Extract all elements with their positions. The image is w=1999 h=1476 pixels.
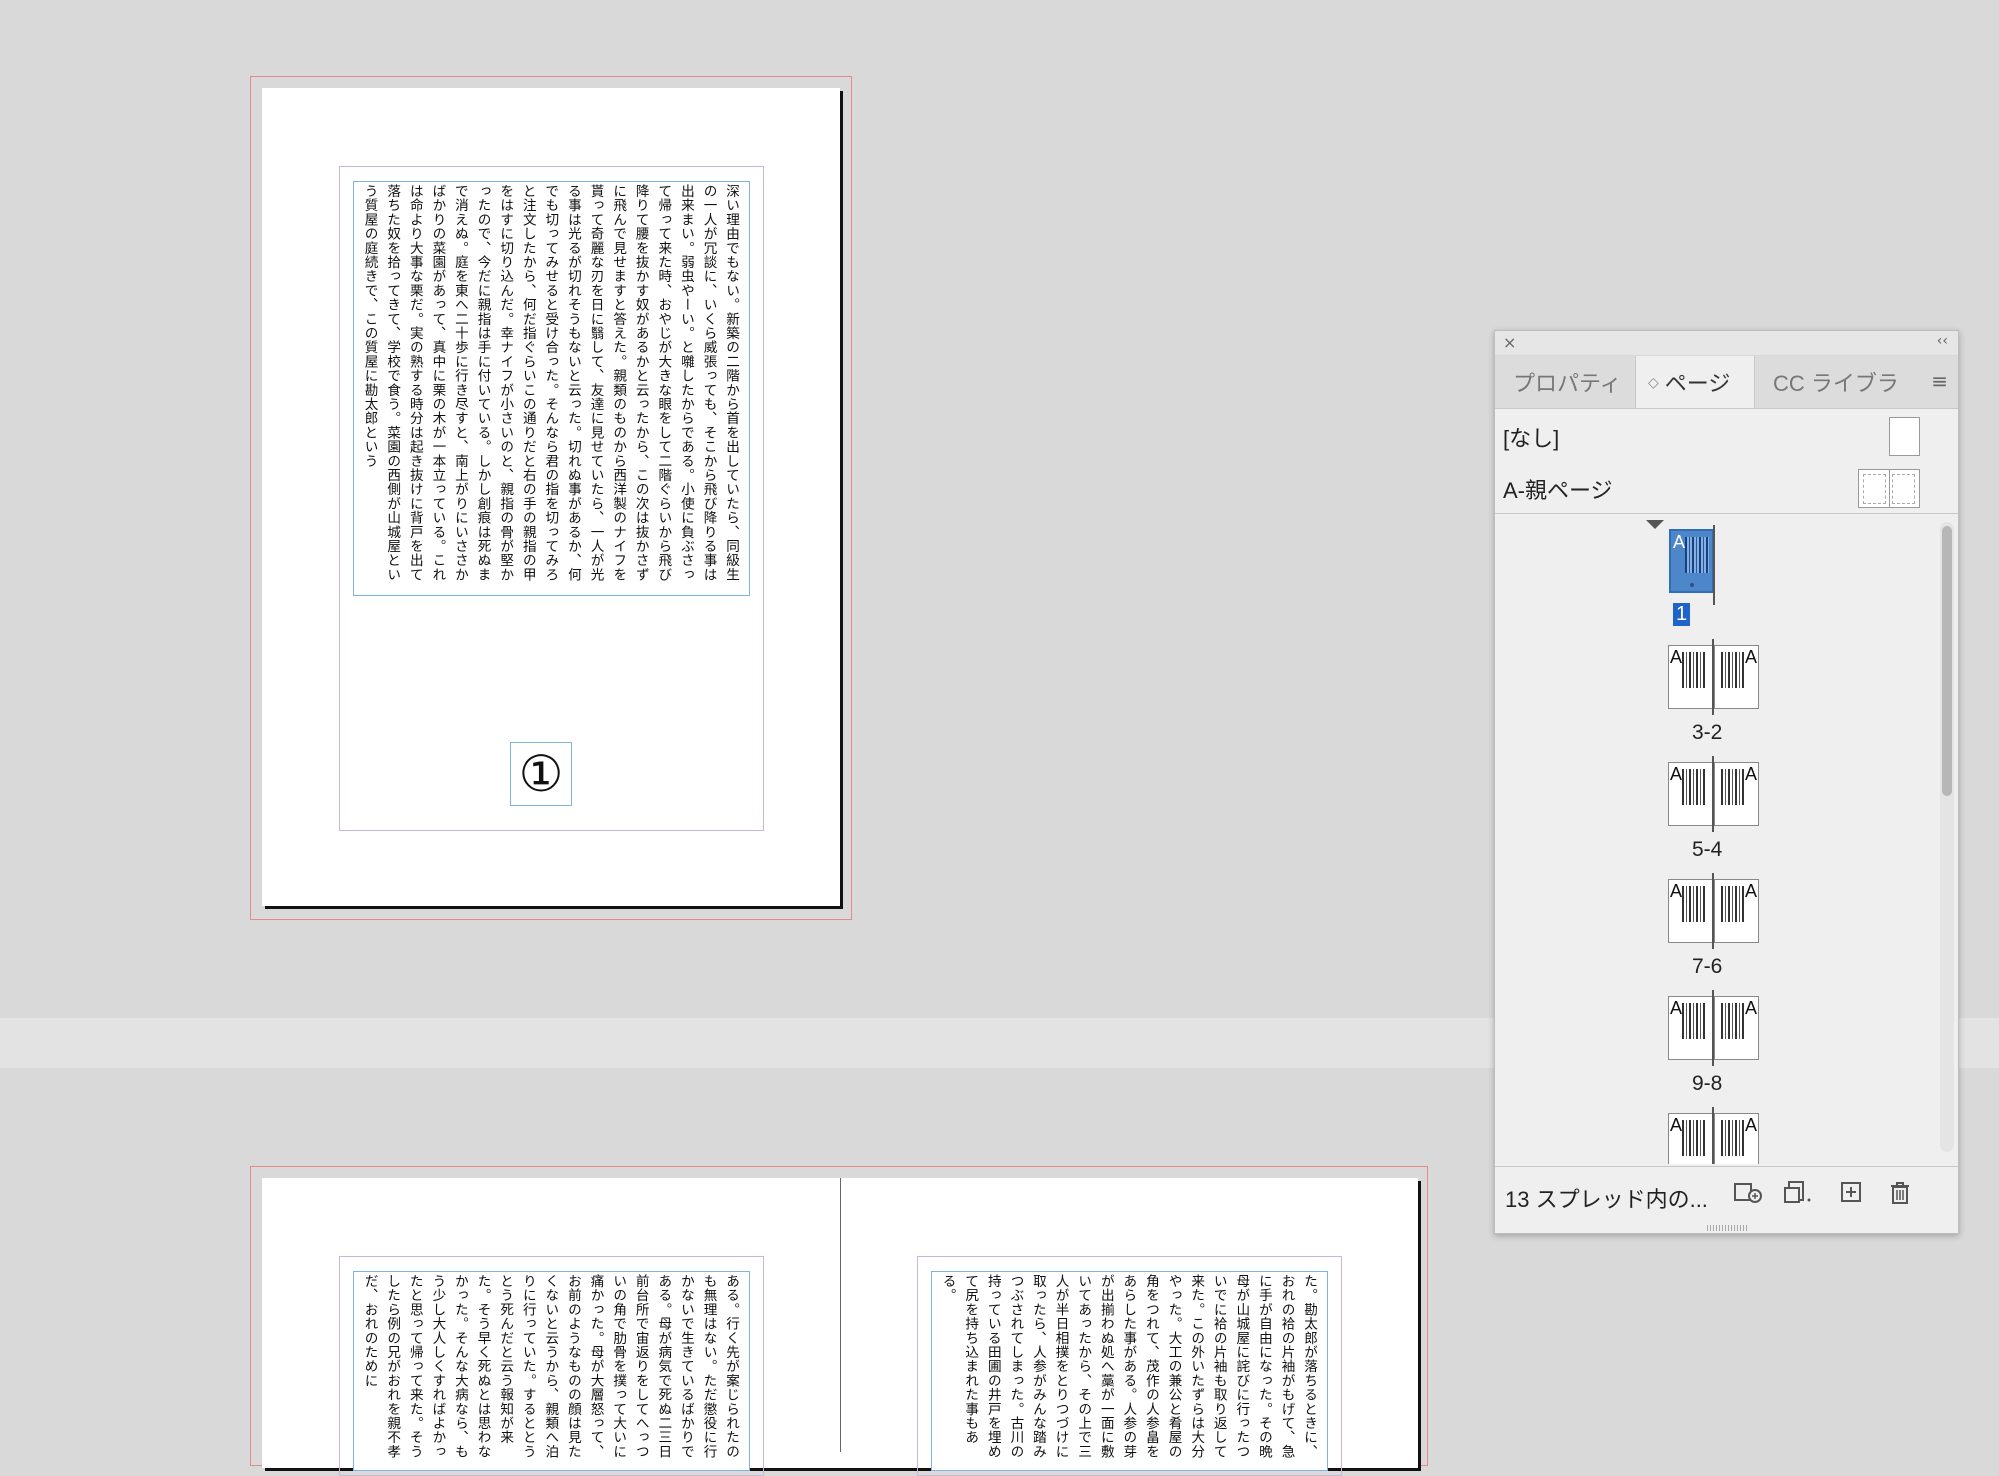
parent-page-none[interactable]: [なし]: [1495, 409, 1958, 461]
page-number-folio: ①: [518, 745, 564, 803]
tab-reorder-icon: ◇: [1648, 373, 1659, 390]
thumbnail-text-preview: [1721, 652, 1745, 688]
page1-folio-frame[interactable]: ①: [510, 742, 572, 806]
page1-body-text: 親譲りの無鉄砲で小供の時から損ばかりしている。小学校に居る時分学校の二階から飛び…: [361, 184, 749, 582]
thumbnail-text-preview: [1682, 1003, 1706, 1039]
spine-line: [1712, 639, 1714, 715]
thumbnail-text-preview: [1682, 769, 1706, 805]
spine-line: [1712, 873, 1714, 949]
spread-page-left[interactable]: ら水が湧き出て、そこいらの稲にみずがかかる仕掛であった。その時分はどんな仕掛か知…: [262, 1178, 840, 1476]
page-size-icon[interactable]: [1733, 1180, 1765, 1213]
pages-panel[interactable]: × ‹‹ プロパティ ◇ ページ CC ライブラ ≡ [なし] A-親ページ A: [1494, 330, 1959, 1234]
page-thumbnail-3[interactable]: A: [1668, 645, 1713, 709]
panel-titlebar[interactable]: × ‹‹: [1495, 331, 1958, 356]
page-thumbnail-5[interactable]: A: [1668, 762, 1713, 826]
panel-footer: 13 スプレッド内の...: [1495, 1166, 1958, 1233]
spread-thumb-7-6[interactable]: A A: [1495, 873, 1895, 949]
thumbnail-text-preview: [1682, 1120, 1706, 1156]
spine-line: [1712, 756, 1714, 832]
thumbnail-text-preview: [1682, 652, 1706, 688]
parent-a-thumbnail[interactable]: [1858, 469, 1920, 508]
thumbnail-text-preview: [1721, 1120, 1745, 1156]
tab-properties[interactable]: プロパティ: [1495, 356, 1635, 408]
parent-page-none-label: [なし]: [1503, 426, 1560, 451]
thumbnail-text-preview: [1721, 886, 1745, 922]
close-icon[interactable]: ×: [1503, 333, 1516, 352]
spread-left-body-text: ら水が湧き出て、そこいらの稲にみずがかかる仕掛であった。その時分はどんな仕掛か知…: [361, 1274, 749, 1459]
page1-text-frame[interactable]: 親譲りの無鉄砲で小供の時から損ばかりしている。小学校に居る時分学校の二階から飛び…: [353, 181, 750, 596]
thumbnail-text-preview: [1721, 1003, 1745, 1039]
panel-resize-grip[interactable]: [1706, 1225, 1747, 1231]
pages-scrollbar-thumb[interactable]: [1942, 526, 1952, 796]
page-thumbnail-10[interactable]: A: [1714, 1113, 1759, 1164]
spread-thumb-5-4[interactable]: A A: [1495, 756, 1895, 832]
trash-icon[interactable]: [1888, 1180, 1912, 1213]
page-label-7-6: 7-6: [1692, 955, 1723, 978]
panel-menu-icon[interactable]: ≡: [1931, 369, 1948, 393]
spread-thumb-next[interactable]: A A: [1495, 1107, 1895, 1164]
start-page-indicator-icon: [1646, 520, 1664, 529]
parent-page-a-label: A-親ページ: [1503, 478, 1613, 503]
spread-right-text-frame[interactable]: う十三四の倅が居た。勘太郎は無論弱虫である。弱虫の癖に四つ目垣を乗りこえて、栗を…: [931, 1271, 1328, 1471]
pages-scrollbar[interactable]: [1940, 522, 1954, 1152]
master-a-marker: A: [1744, 647, 1757, 667]
master-a-marker: A: [1670, 998, 1683, 1018]
page-thumbnail-9[interactable]: A: [1668, 996, 1713, 1060]
page-thumbnail-11[interactable]: A: [1668, 1113, 1713, 1164]
page-1[interactable]: 親譲りの無鉄砲で小供の時から損ばかりしている。小学校に居る時分学校の二階から飛び…: [262, 88, 840, 906]
master-a-marker: A: [1673, 532, 1686, 552]
master-a-marker: A: [1744, 764, 1757, 784]
master-a-marker: A: [1744, 998, 1757, 1018]
spine-line: [1713, 525, 1715, 605]
spine-line: [1712, 990, 1714, 1066]
page-label-5-4: 5-4: [1692, 838, 1723, 861]
tab-properties-label: プロパティ: [1513, 371, 1622, 396]
spread-left-text-frame[interactable]: ら水が湧き出て、そこいらの稲にみずがかかる仕掛であった。その時分はどんな仕掛か知…: [353, 1271, 750, 1471]
panel-tab-row: プロパティ ◇ ページ CC ライブラ ≡: [1495, 356, 1958, 409]
master-a-marker: A: [1670, 1115, 1683, 1135]
page-selected-dot: [1690, 583, 1694, 587]
spread-right-body-text: う十三四の倅が居た。勘太郎は無論弱虫である。弱虫の癖に四つ目垣を乗りこえて、栗を…: [939, 1274, 1327, 1459]
master-a-marker: A: [1744, 1115, 1757, 1135]
master-a-marker: A: [1670, 647, 1683, 667]
page-label-3-2: 3-2: [1692, 721, 1723, 744]
spread-spine: [840, 1178, 841, 1452]
page-label-9-8: 9-8: [1692, 1072, 1723, 1095]
page-thumbnail-7[interactable]: A: [1668, 879, 1713, 943]
thumbnail-text-preview: [1721, 769, 1745, 805]
page-thumbnail-8[interactable]: A: [1714, 996, 1759, 1060]
thumbnail-text-preview: [1685, 537, 1709, 573]
spread-count-status: 13 スプレッド内の...: [1505, 1187, 1708, 1212]
page-label-1: 1: [1673, 603, 1691, 626]
tab-cc-libraries[interactable]: CC ライブラ: [1755, 356, 1915, 408]
parent-page-a[interactable]: A-親ページ: [1495, 461, 1958, 513]
pages-list[interactable]: A 1 A A 3-2 A A 5-4 A A 7-6 A A 9-8 A A: [1495, 514, 1958, 1164]
thumbnail-text-preview: [1682, 886, 1706, 922]
page-thumbnail-6[interactable]: A: [1714, 879, 1759, 943]
collapse-panel-icon[interactable]: ‹‹: [1937, 333, 1948, 349]
parent-none-thumbnail[interactable]: [1889, 417, 1920, 456]
master-a-marker: A: [1670, 881, 1683, 901]
page-thumbnail-4[interactable]: A: [1714, 762, 1759, 826]
spread-page-right[interactable]: う十三四の倅が居た。勘太郎は無論弱虫である。弱虫の癖に四つ目垣を乗りこえて、栗を…: [840, 1178, 1418, 1476]
master-a-marker: A: [1744, 881, 1757, 901]
tab-cc-libraries-label: CC ライブラ: [1773, 371, 1899, 396]
tab-pages[interactable]: ◇ ページ: [1635, 356, 1755, 408]
page-thumbnail-1[interactable]: A: [1669, 529, 1714, 593]
master-a-marker: A: [1670, 764, 1683, 784]
page-thumb-1[interactable]: A: [1495, 525, 1895, 605]
spread-thumb-3-2[interactable]: A A: [1495, 639, 1895, 715]
tab-pages-label: ページ: [1664, 371, 1731, 396]
edit-page-size-icon[interactable]: [1783, 1180, 1815, 1213]
new-page-icon[interactable]: [1839, 1180, 1865, 1213]
spread-thumb-9-8[interactable]: A A: [1495, 990, 1895, 1066]
page-thumbnail-2[interactable]: A: [1714, 645, 1759, 709]
spine-line: [1712, 1107, 1714, 1164]
